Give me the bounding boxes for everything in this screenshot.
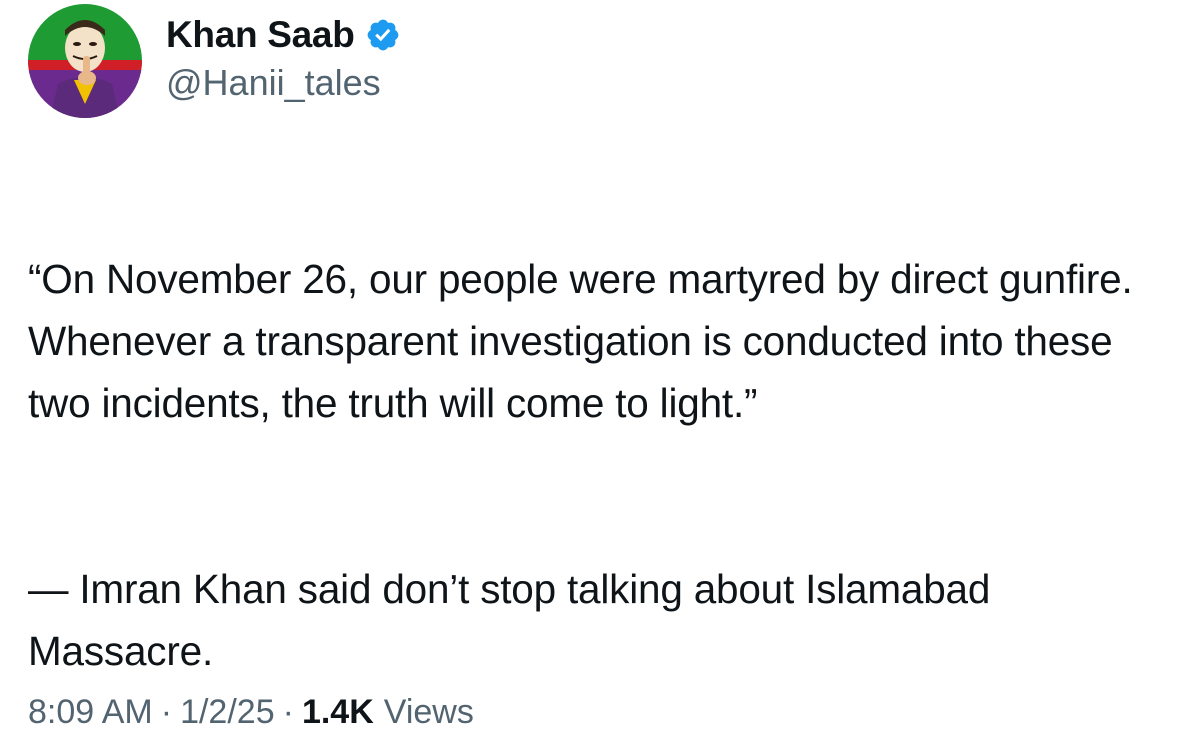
tweet-text: “On November 26, our people were martyre… <box>28 186 1148 744</box>
tweet: Khan Saab @Hanii_tales “On November 26, … <box>0 0 1179 746</box>
tweet-header: Khan Saab @Hanii_tales <box>28 4 401 118</box>
tweet-date[interactable]: 1/2/25 <box>180 693 275 732</box>
tweet-time[interactable]: 8:09 AM <box>28 693 153 732</box>
author-identity: Khan Saab @Hanii_tales <box>166 12 401 104</box>
masked-man-avatar-image <box>28 4 142 118</box>
tweet-metadata: 8:09 AM · 1/2/25 · 1.4K Views <box>28 693 474 732</box>
meta-separator: · <box>160 693 173 731</box>
tweet-paragraph-attribution: — Imran Khan said don’t stop talking abo… <box>28 566 991 674</box>
views-label: Views <box>383 693 474 731</box>
views-count: 1.4K <box>301 693 374 731</box>
verified-badge-icon <box>365 17 401 53</box>
author-handle[interactable]: @Hanii_tales <box>166 62 401 104</box>
meta-separator: · <box>282 693 294 731</box>
name-row: Khan Saab <box>166 12 401 58</box>
display-name[interactable]: Khan Saab <box>166 14 355 56</box>
tweet-paragraph-quote: “On November 26, our people were martyre… <box>28 256 1133 426</box>
avatar[interactable] <box>28 4 142 118</box>
